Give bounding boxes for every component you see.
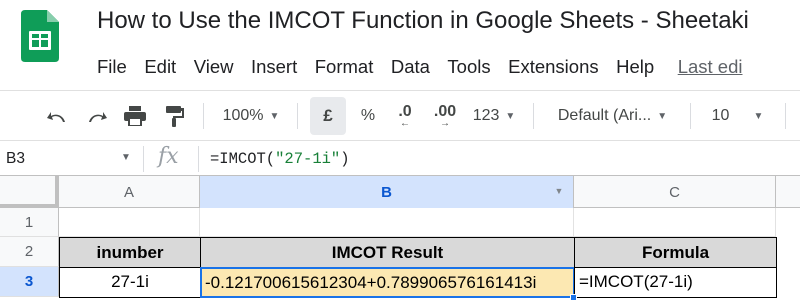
currency-format-button[interactable]: £ bbox=[310, 91, 346, 141]
formula-close-paren: ) bbox=[340, 150, 350, 168]
row-header-1[interactable]: 1 bbox=[0, 208, 59, 237]
toolbar-divider bbox=[690, 103, 691, 129]
percent-format-button[interactable]: % bbox=[355, 91, 381, 141]
google-sheets-icon[interactable] bbox=[21, 10, 59, 62]
formula-input[interactable]: =IMCOT("27-1i") bbox=[210, 150, 350, 168]
formula-string-arg: "27-1i" bbox=[275, 150, 341, 168]
zoom-select[interactable]: 100% ▼ bbox=[216, 91, 286, 141]
cell-a2[interactable]: inumber bbox=[59, 237, 201, 268]
select-all-corner[interactable] bbox=[0, 176, 59, 208]
zoom-value: 100% bbox=[222, 107, 264, 124]
undo-icon[interactable] bbox=[42, 91, 72, 141]
document-title[interactable]: How to Use the IMCOT Function in Google … bbox=[97, 7, 749, 35]
chevron-down-icon[interactable]: ▼ bbox=[121, 152, 131, 163]
cell-a1[interactable] bbox=[59, 208, 200, 237]
cell-b3[interactable]: -0.121700615612304+0.789906576161413i bbox=[200, 267, 575, 298]
decrease-decimal-button[interactable]: .0 ← bbox=[390, 91, 420, 141]
redo-icon[interactable] bbox=[82, 91, 112, 141]
arrow-left-icon: ← bbox=[400, 118, 410, 129]
column-header-a[interactable]: A bbox=[59, 176, 200, 208]
chevron-down-icon: ▼ bbox=[753, 110, 764, 122]
chevron-down-icon: ▼ bbox=[657, 110, 668, 122]
column-header-b[interactable]: B ▼ bbox=[200, 176, 574, 208]
toolbar-divider bbox=[533, 103, 534, 129]
formula-bar-divider bbox=[143, 146, 144, 172]
menu-extensions[interactable]: Extensions bbox=[508, 56, 599, 78]
fill-handle[interactable] bbox=[570, 294, 577, 301]
column-header-label: B bbox=[381, 183, 392, 201]
cell-c2[interactable]: Formula bbox=[574, 237, 777, 268]
print-icon[interactable] bbox=[120, 91, 150, 141]
menu-view[interactable]: View bbox=[194, 56, 234, 78]
row-header-2[interactable]: 2 bbox=[0, 237, 59, 267]
toolbar-divider bbox=[297, 103, 298, 129]
fx-icon: fx bbox=[158, 144, 179, 169]
name-box[interactable]: B3 bbox=[6, 150, 25, 168]
menu-tools[interactable]: Tools bbox=[447, 56, 490, 78]
cell-c1[interactable] bbox=[574, 208, 776, 237]
menu-file[interactable]: File bbox=[97, 56, 127, 78]
menu-data[interactable]: Data bbox=[391, 56, 430, 78]
paint-format-icon[interactable] bbox=[160, 91, 190, 141]
cell-b1[interactable] bbox=[200, 208, 574, 237]
menu-insert[interactable]: Insert bbox=[251, 56, 297, 78]
menu-help[interactable]: Help bbox=[616, 56, 654, 78]
more-formats-button[interactable]: 123 ▼ bbox=[468, 91, 520, 141]
menu-edit[interactable]: Edit bbox=[144, 56, 176, 78]
cell-c3[interactable]: =IMCOT(27-1i) bbox=[574, 267, 777, 298]
cell-b2[interactable]: IMCOT Result bbox=[200, 237, 575, 268]
last-edit-link[interactable]: Last edi bbox=[678, 56, 743, 78]
column-header-c[interactable]: C bbox=[574, 176, 776, 208]
arrow-right-icon: → bbox=[440, 118, 450, 129]
font-size-select[interactable]: 10 ▼ bbox=[700, 91, 775, 141]
menu-bar: File Edit View Insert Format Data Tools … bbox=[97, 56, 742, 78]
formula-bar-divider bbox=[198, 146, 199, 172]
font-family-select[interactable]: Default (Ari... ▼ bbox=[545, 91, 680, 141]
row-header-3[interactable]: 3 bbox=[0, 267, 59, 297]
increase-decimal-button[interactable]: .00 → bbox=[428, 91, 462, 141]
formula-function: =IMCOT( bbox=[210, 150, 276, 168]
spreadsheet-grid: A B ▼ C 1 2 3 inumber IMCOT Result Formu… bbox=[0, 176, 800, 307]
column-menu-icon[interactable]: ▼ bbox=[551, 183, 567, 199]
toolbar: 100% ▼ £ % .0 ← .00 → 123 ▼ Default (Ari… bbox=[0, 90, 800, 140]
chevron-down-icon: ▼ bbox=[269, 110, 280, 122]
formula-bar: B3 ▼ fx =IMCOT("27-1i") bbox=[0, 140, 800, 176]
cell-a3[interactable]: 27-1i bbox=[59, 267, 201, 298]
toolbar-divider bbox=[203, 103, 204, 129]
menu-format[interactable]: Format bbox=[315, 56, 374, 78]
chevron-down-icon: ▼ bbox=[505, 110, 516, 122]
toolbar-divider bbox=[785, 103, 786, 129]
